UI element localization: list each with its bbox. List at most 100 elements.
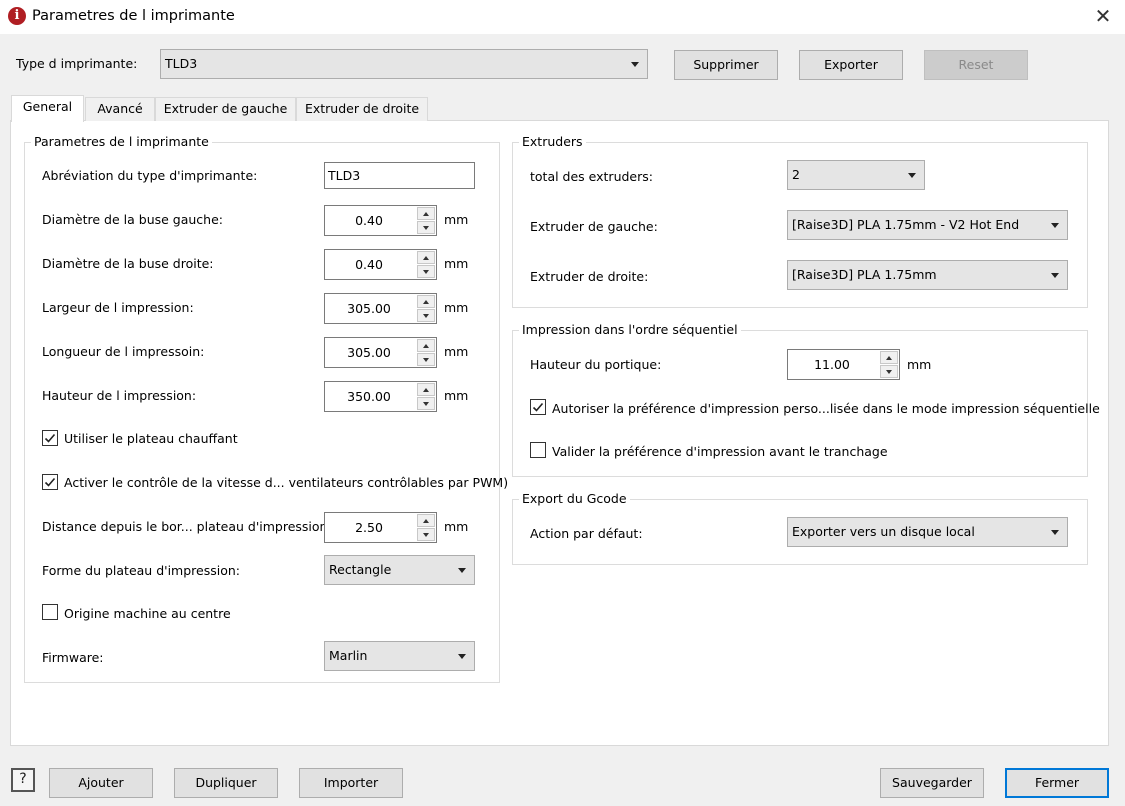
spin-up-icon[interactable] xyxy=(417,383,435,396)
bed-shape-value: Rectangle xyxy=(329,562,392,577)
spin-down-icon[interactable] xyxy=(417,221,435,234)
default-action-value: Exporter vers un disque local xyxy=(792,524,975,539)
gcode-export-title: Export du Gcode xyxy=(519,491,630,506)
print-height-value: 350.00 xyxy=(347,389,391,404)
tab-general[interactable]: General xyxy=(11,95,84,122)
print-height-spinbox[interactable]: 350.00 xyxy=(324,381,437,412)
spin-up-icon[interactable] xyxy=(417,251,435,264)
spin-up-icon[interactable] xyxy=(417,207,435,220)
print-length-spinbox[interactable]: 305.00 xyxy=(324,337,437,368)
spin-up-icon[interactable] xyxy=(417,339,435,352)
import-button[interactable]: Importer xyxy=(299,768,403,798)
print-length-value: 305.00 xyxy=(347,345,391,360)
firmware-select[interactable]: Marlin xyxy=(324,641,475,671)
reset-button[interactable]: Reset xyxy=(924,50,1028,80)
left-nozzle-spinbox[interactable]: 0.40 xyxy=(324,205,437,236)
left-extruder-select[interactable]: [Raise3D] PLA 1.75mm - V2 Hot End xyxy=(787,210,1068,240)
unit-label: mm xyxy=(444,519,469,534)
chevron-down-icon xyxy=(631,62,639,67)
abbrev-label: Abréviation du type d'imprimante: xyxy=(42,168,258,183)
delete-button[interactable]: Supprimer xyxy=(674,50,778,80)
close-window-icon[interactable]: ✕ xyxy=(1090,3,1116,29)
heated-bed-label: Utiliser le plateau chauffant xyxy=(64,431,238,446)
unit-label: mm xyxy=(444,300,469,315)
right-extruder-select[interactable]: [Raise3D] PLA 1.75mm xyxy=(787,260,1068,290)
spin-down-icon[interactable] xyxy=(417,265,435,278)
heated-bed-checkbox[interactable] xyxy=(42,430,58,446)
default-action-select[interactable]: Exporter vers un disque local xyxy=(787,517,1068,547)
right-extruder-label: Extruder de droite: xyxy=(530,269,649,284)
chevron-down-icon xyxy=(1051,223,1059,228)
allow-custom-checkbox[interactable] xyxy=(530,399,546,415)
firmware-label: Firmware: xyxy=(42,650,104,665)
extruder-total-value: 2 xyxy=(792,167,800,182)
left-nozzle-label: Diamètre de la buse gauche: xyxy=(42,212,224,227)
export-button[interactable]: Exporter xyxy=(799,50,903,80)
chevron-down-icon xyxy=(1051,273,1059,278)
chevron-down-icon xyxy=(458,568,466,573)
duplicate-button[interactable]: Dupliquer xyxy=(174,768,278,798)
right-extruder-value: [Raise3D] PLA 1.75mm xyxy=(792,267,937,282)
spin-down-icon[interactable] xyxy=(417,397,435,410)
sequential-title: Impression dans l'ordre séquentiel xyxy=(519,322,741,337)
right-nozzle-label: Diamètre de la buse droite: xyxy=(42,256,214,271)
right-nozzle-spinbox[interactable]: 0.40 xyxy=(324,249,437,280)
printer-params-title: Parametres de l imprimante xyxy=(31,134,212,149)
window-title: Parametres de l imprimante xyxy=(32,8,235,24)
validate-pref-label: Valider la préférence d'impression avant… xyxy=(552,444,888,459)
printer-type-value: TLD3 xyxy=(165,56,198,71)
chevron-down-icon xyxy=(458,654,466,659)
unit-label: mm xyxy=(907,357,932,372)
tab-right-extruder[interactable]: Extruder de droite xyxy=(296,97,428,121)
bed-shape-select[interactable]: Rectangle xyxy=(324,555,475,585)
gantry-height-value: 11.00 xyxy=(814,357,850,372)
spin-down-icon[interactable] xyxy=(417,309,435,322)
spin-down-icon[interactable] xyxy=(880,365,898,378)
spin-down-icon[interactable] xyxy=(417,528,435,541)
checkmark-icon xyxy=(44,433,56,443)
validate-pref-checkbox[interactable] xyxy=(530,442,546,458)
edge-distance-value: 2.50 xyxy=(355,520,383,535)
app-logo-icon: i xyxy=(8,7,26,25)
print-width-label: Largeur de l impression: xyxy=(42,300,194,315)
printer-type-label: Type d imprimante: xyxy=(16,56,138,71)
abbrev-input[interactable]: TLD3 xyxy=(324,162,475,189)
print-width-value: 305.00 xyxy=(347,301,391,316)
extruder-total-select[interactable]: 2 xyxy=(787,160,925,190)
add-button[interactable]: Ajouter xyxy=(49,768,153,798)
chevron-down-icon xyxy=(908,173,916,178)
unit-label: mm xyxy=(444,388,469,403)
spin-up-icon[interactable] xyxy=(417,295,435,308)
checkmark-icon xyxy=(532,402,544,412)
origin-center-checkbox[interactable] xyxy=(42,604,58,620)
fan-control-label: Activer le contrôle de la vitesse d... v… xyxy=(64,475,509,490)
tab-advanced[interactable]: Avancé xyxy=(85,97,155,121)
spin-up-icon[interactable] xyxy=(880,351,898,364)
save-button[interactable]: Sauvegarder xyxy=(880,768,984,798)
gantry-height-spinbox[interactable]: 11.00 xyxy=(787,349,900,380)
unit-label: mm xyxy=(444,344,469,359)
extruder-total-label: total des extruders: xyxy=(530,169,653,184)
default-action-label: Action par défaut: xyxy=(530,526,643,541)
chevron-down-icon xyxy=(1051,530,1059,535)
left-extruder-label: Extruder de gauche: xyxy=(530,219,658,234)
spin-up-icon[interactable] xyxy=(417,514,435,527)
close-button[interactable]: Fermer xyxy=(1005,768,1109,798)
printer-type-select[interactable]: TLD3 xyxy=(160,49,648,79)
firmware-value: Marlin xyxy=(329,648,368,663)
gantry-height-label: Hauteur du portique: xyxy=(530,357,662,372)
bed-shape-label: Forme du plateau d'impression: xyxy=(42,563,240,578)
right-nozzle-value: 0.40 xyxy=(355,257,383,272)
edge-distance-spinbox[interactable]: 2.50 xyxy=(324,512,437,543)
print-length-label: Longueur de l impressoin: xyxy=(42,344,205,359)
print-width-spinbox[interactable]: 305.00 xyxy=(324,293,437,324)
allow-custom-label: Autoriser la préférence d'impression per… xyxy=(552,401,1100,416)
unit-label: mm xyxy=(444,212,469,227)
help-icon[interactable]: ? xyxy=(11,768,35,792)
left-nozzle-value: 0.40 xyxy=(355,213,383,228)
extruders-title: Extruders xyxy=(519,134,586,149)
left-extruder-value: [Raise3D] PLA 1.75mm - V2 Hot End xyxy=(792,217,1020,232)
tab-left-extruder[interactable]: Extruder de gauche xyxy=(155,97,296,121)
fan-control-checkbox[interactable] xyxy=(42,474,58,490)
spin-down-icon[interactable] xyxy=(417,353,435,366)
